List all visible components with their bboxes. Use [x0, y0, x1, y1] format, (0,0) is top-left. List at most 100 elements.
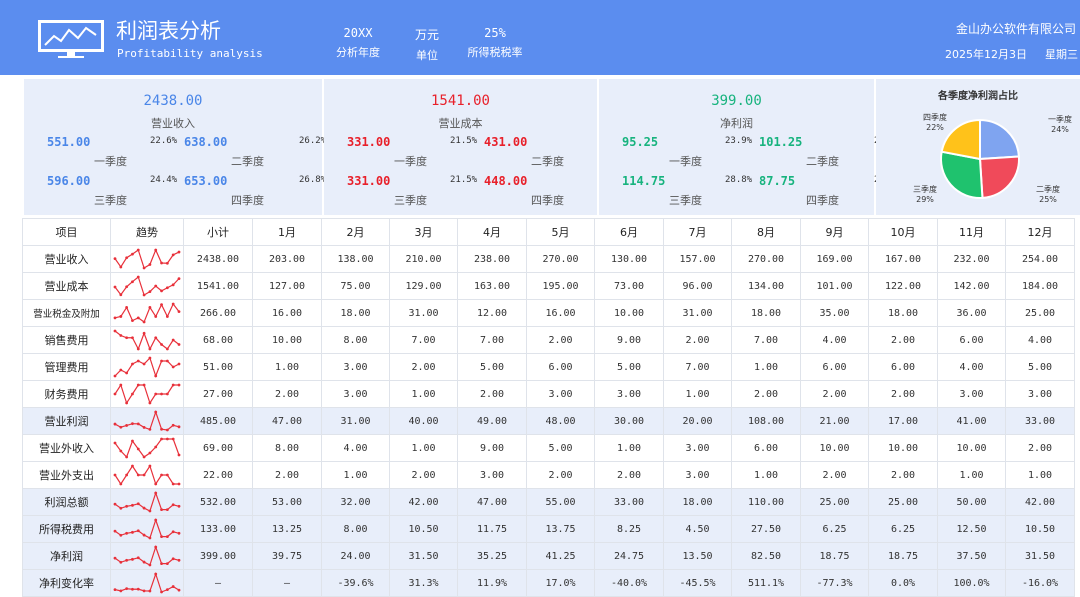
trend-line [114, 491, 180, 512]
trend-point [148, 563, 152, 567]
kpi-panel-cost: 1541.00营业成本331.0021.5%一季度431.0028.0%二季度3… [324, 79, 626, 215]
trend-point [148, 451, 152, 455]
trend-point [136, 359, 140, 363]
trend-sparkline [113, 356, 181, 378]
month-cell: 13.75 [526, 515, 595, 543]
trend-point [177, 383, 181, 387]
trend-point [136, 529, 140, 533]
month-cell: 10.00 [937, 434, 1006, 462]
trend-point [171, 585, 175, 588]
month-cell: 1.00 [321, 461, 390, 489]
trend-point [142, 383, 146, 387]
kpi-panel-revenue: 2438.00 营业收入 551.00 22.6% 一季度 638.00 26.2% 二季度 5… [24, 79, 326, 215]
month-cell: 169.00 [800, 245, 869, 273]
trend-point [148, 401, 152, 405]
month-cell: 270.00 [731, 245, 801, 273]
month-cell: 2.00 [252, 380, 322, 408]
trend-point [154, 491, 158, 495]
trend-point [177, 531, 181, 535]
quarter-value: 448.00 [484, 174, 528, 188]
month-cell: 1.00 [252, 353, 322, 381]
trend-point [125, 558, 129, 562]
trend-point [160, 261, 163, 265]
trend-point [171, 302, 175, 306]
quarter-label: 一季度 [669, 155, 702, 168]
month-cell: -40.0% [594, 569, 664, 597]
trend-point [113, 392, 117, 396]
row-trend [110, 488, 184, 516]
month-cell: 48.00 [526, 407, 595, 435]
month-cell: 2.00 [868, 461, 938, 489]
trend-point [113, 316, 117, 320]
trend-point [165, 392, 169, 396]
row-subtotal: 133.00 [183, 515, 253, 543]
month-cell: 2.00 [663, 326, 732, 354]
trend-point [142, 533, 146, 537]
quarter-percent: 26.2% [299, 136, 327, 146]
trend-point [119, 368, 123, 372]
month-cell: 5.00 [457, 353, 527, 381]
trend-point [160, 437, 163, 441]
trend-point [148, 464, 152, 468]
trend-point [119, 482, 123, 486]
line-chart-monitor-icon [38, 20, 104, 58]
month-cell: 4.00 [937, 353, 1006, 381]
month-cell: 167.00 [868, 245, 938, 273]
month-cell: 17.00 [868, 407, 938, 435]
trend-point [142, 320, 146, 324]
quarter-value: 87.75 [759, 174, 796, 188]
trend-sparkline [113, 545, 181, 567]
month-cell: 5.00 [594, 353, 664, 381]
trend-point [142, 455, 146, 459]
month-cell: 40.00 [389, 407, 458, 435]
quarter-label: 一季度 [394, 155, 427, 168]
trend-point [171, 283, 175, 287]
trend-point [136, 502, 140, 506]
trend-sparkline [113, 329, 181, 351]
pie-label-q4: 四季度 22% [923, 113, 947, 132]
trend-point [125, 587, 129, 591]
table-row: 销售费用 68.00 10.00 8.00 7.00 7.00 2.00 9.00 2.00 7.… [22, 326, 1075, 354]
column-header: 小计 [183, 218, 253, 246]
month-cell: 42.00 [1005, 488, 1075, 516]
month-cell: -77.3% [800, 569, 869, 597]
month-cell: 210.00 [389, 245, 458, 273]
trend-point [119, 560, 123, 564]
month-cell: 232.00 [937, 245, 1006, 273]
month-cell: 138.00 [321, 245, 390, 273]
month-cell: 13.50 [663, 542, 732, 570]
month-cell: 2.00 [389, 461, 458, 489]
quarter-label: 二季度 [531, 155, 564, 168]
trend-sparkline [113, 572, 181, 594]
trend-line [114, 275, 180, 296]
trend-line [114, 464, 179, 486]
trend-point [177, 250, 181, 254]
month-cell: 7.00 [731, 326, 801, 354]
kpi-quarter-4: 653.00 26.8% 四季度 [171, 174, 326, 210]
trend-point [160, 590, 163, 594]
trend-point [154, 315, 158, 318]
month-cell: 31.50 [1005, 542, 1075, 570]
trend-point [125, 473, 129, 477]
trend-point [171, 253, 175, 257]
table-body: 营业收入 2438.00 203.00 138.00 210.00 238.00 270.0… [22, 245, 1075, 597]
kpi-total: 1541.00 [430, 93, 490, 109]
trend-point [177, 588, 181, 592]
trend-point [154, 248, 158, 252]
month-cell: 1.00 [389, 380, 458, 408]
month-cell: 100.0% [937, 569, 1006, 597]
trend-point [131, 319, 134, 323]
table-row: 净利润 399.00 39.75 24.00 31.50 35.25 41.25 24.75 1… [22, 542, 1075, 570]
trend-line [114, 248, 180, 269]
kpi-quarter-3: 596.00 24.4% 三季度 [34, 174, 184, 210]
trend-point [119, 449, 123, 453]
row-trend [110, 515, 184, 543]
trend-point [165, 437, 169, 441]
trend-point [165, 428, 169, 432]
trend-sparkline [113, 491, 181, 513]
trend-point [165, 562, 169, 566]
trend-point [177, 425, 181, 429]
trend-point [165, 508, 169, 512]
row-subtotal: 27.00 [183, 380, 253, 408]
trend-line [114, 410, 180, 431]
